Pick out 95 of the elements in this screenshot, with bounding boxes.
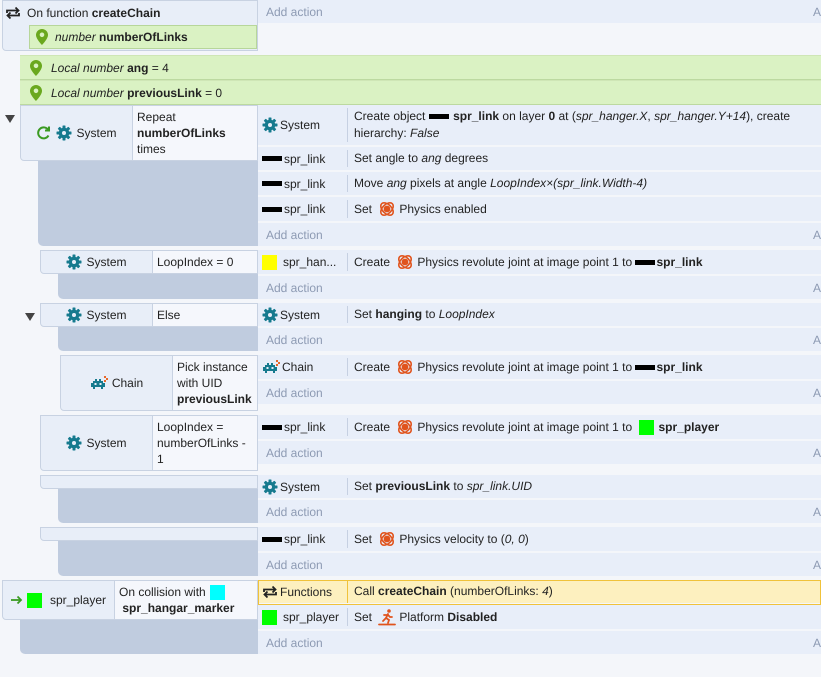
object-name: Chain [282, 360, 314, 374]
object-name: spr_player [283, 610, 340, 624]
object-name: spr_link [284, 420, 326, 434]
action-row[interactable]: spr_link Set Physics enabled [258, 197, 821, 223]
action-text: Set [354, 200, 374, 218]
action-text: Physics velocity to (0, 0) [399, 530, 529, 548]
function-name: On function createChain [27, 6, 160, 20]
action-text: spr_link [656, 358, 703, 376]
swap-arrows-icon [262, 584, 278, 600]
action-row[interactable]: Chain Create Physics revolute joint at image point 1 to spr_link [258, 355, 821, 381]
action-text: Create [354, 254, 392, 270]
action-text: Set [354, 608, 374, 626]
object-name: Functions [280, 584, 332, 598]
action-row[interactable]: spr_link Create Physics revolute joint at image point 1 to spr_player [258, 415, 821, 441]
atom-icon [378, 530, 396, 548]
action-row[interactable]: System Set hanging to LoopIndex [258, 303, 821, 328]
object-name: System [280, 308, 320, 322]
invader-icon [90, 376, 108, 390]
action-text: Create object [354, 108, 426, 125]
gear-icon [66, 254, 82, 270]
condition-text: LoopIndex = numberOfLinks - 1 [157, 419, 247, 467]
object-name: System [86, 436, 126, 450]
atom-icon [378, 200, 396, 218]
action-text: Call createChain (numberOfLinks: 4) [354, 583, 553, 600]
pin-icon [30, 60, 42, 76]
condition-text: Pick instance with UID previousLink [177, 359, 253, 407]
atom-icon [396, 253, 414, 271]
variable-text: Local number ang = 4 [51, 60, 169, 74]
action-text: Physics enabled [399, 200, 487, 218]
object-name: System [86, 308, 126, 322]
object-name: spr_player [50, 593, 106, 607]
parameter-text: number numberOfLinks [55, 30, 188, 44]
pin-icon [36, 29, 48, 45]
action-text: spr_link on layer 0 at (spr_hanger.X, spr_hanger.Y+14), create [452, 108, 790, 125]
condition-row[interactable]: System LoopIndex = 0 [40, 250, 258, 274]
object-name: spr_link [284, 202, 326, 216]
condition-text: Else [157, 307, 180, 323]
condition-row[interactable]: System LoopIndex = numberOfLinks - 1 [40, 415, 258, 471]
action-row[interactable]: spr_han... Create Physics revolute joint at image point 1 to spr_link [258, 250, 821, 276]
swap-arrows-icon [5, 5, 21, 21]
object-name: Chain [112, 376, 144, 390]
action-text: spr_player [658, 418, 720, 436]
running-figure-icon [378, 608, 396, 626]
action-text: Set hanging to LoopIndex [354, 306, 495, 323]
action-row[interactable]: spr_link Set angle to ang degrees [258, 147, 821, 172]
gear-icon [262, 478, 278, 494]
object-name: System [280, 480, 320, 494]
gear-icon [66, 307, 82, 323]
collapse-triangle-icon[interactable] [25, 312, 35, 322]
object-name: spr_link [284, 176, 326, 190]
gear-icon [262, 117, 278, 133]
action-text: spr_link [656, 254, 703, 270]
variable-text: Local number previousLink = 0 [51, 86, 222, 100]
condition-row[interactable]: Chain Pick instance with UID previousLink [60, 355, 258, 411]
action-text: Set [354, 530, 374, 548]
action-text: hierarchy: False [354, 125, 440, 142]
action-text: Create [354, 418, 392, 436]
action-text: Physics revolute joint at image point 1 to [417, 358, 634, 376]
action-text: Create [354, 358, 392, 376]
object-name: spr_link [284, 532, 326, 546]
action-text: spr_hangar_marker [121, 600, 234, 616]
object-name: spr_link [284, 152, 326, 166]
action-text: Physics revolute joint at image point 1 to [417, 418, 634, 436]
action-text: Set previousLink to spr_link.UID [354, 478, 532, 495]
atom-icon [396, 418, 414, 436]
collapse-triangle-icon[interactable] [5, 114, 15, 124]
local-variable-row[interactable]: Local number previousLink = 0 [20, 80, 821, 105]
invader-icon [262, 360, 280, 374]
object-name: System [280, 118, 320, 132]
action-row[interactable]: spr_player Set Platform Disabled [258, 605, 821, 631]
condition-text: Repeat numberOfLinks times [137, 109, 227, 157]
action-text: Move ang pixels at angle LoopIndex×(spr_link.Width-4) [354, 175, 648, 192]
gear-icon [56, 125, 72, 141]
condition-row[interactable]: System Repeat numberOfLinks times [20, 105, 258, 161]
action-text: On collision with [119, 584, 206, 600]
object-name: System [86, 255, 126, 269]
parameter-row[interactable]: number numberOfLinks [29, 25, 257, 49]
action-row[interactable]: spr_link Set Physics velocity to (0, 0) [258, 527, 821, 553]
gear-icon [262, 306, 278, 322]
action-row[interactable]: spr_link Move ang pixels at angle LoopIndex×(spr_link.Width-4) [258, 172, 821, 197]
action-text: Physics revolute joint at image point 1 to [417, 254, 634, 270]
action-row[interactable]: Functions Call createChain (numberOfLinks: 4) [258, 580, 821, 605]
action-text: Platform Disabled [399, 608, 498, 626]
action-text: Set angle to ang degrees [354, 150, 488, 167]
condition-text: LoopIndex = 0 [157, 254, 234, 270]
object-name: System [76, 126, 116, 140]
gear-icon [66, 435, 82, 451]
pin-icon [30, 84, 42, 100]
object-name: spr_han... [283, 255, 336, 269]
action-row[interactable]: System Set previousLink to spr_link.UID [258, 475, 821, 500]
condition-row[interactable]: System Else [40, 303, 258, 327]
condition-row[interactable]: spr_player On collision with spr_hangar_marker [2, 580, 258, 620]
local-variable-row[interactable]: Local number ang = 4 [20, 55, 821, 80]
atom-icon [396, 358, 414, 376]
action-row[interactable]: System Create object spr_link on layer 0 at (spr_hanger.X, spr_hanger.Y+14), create hierarchy: False [258, 105, 821, 147]
